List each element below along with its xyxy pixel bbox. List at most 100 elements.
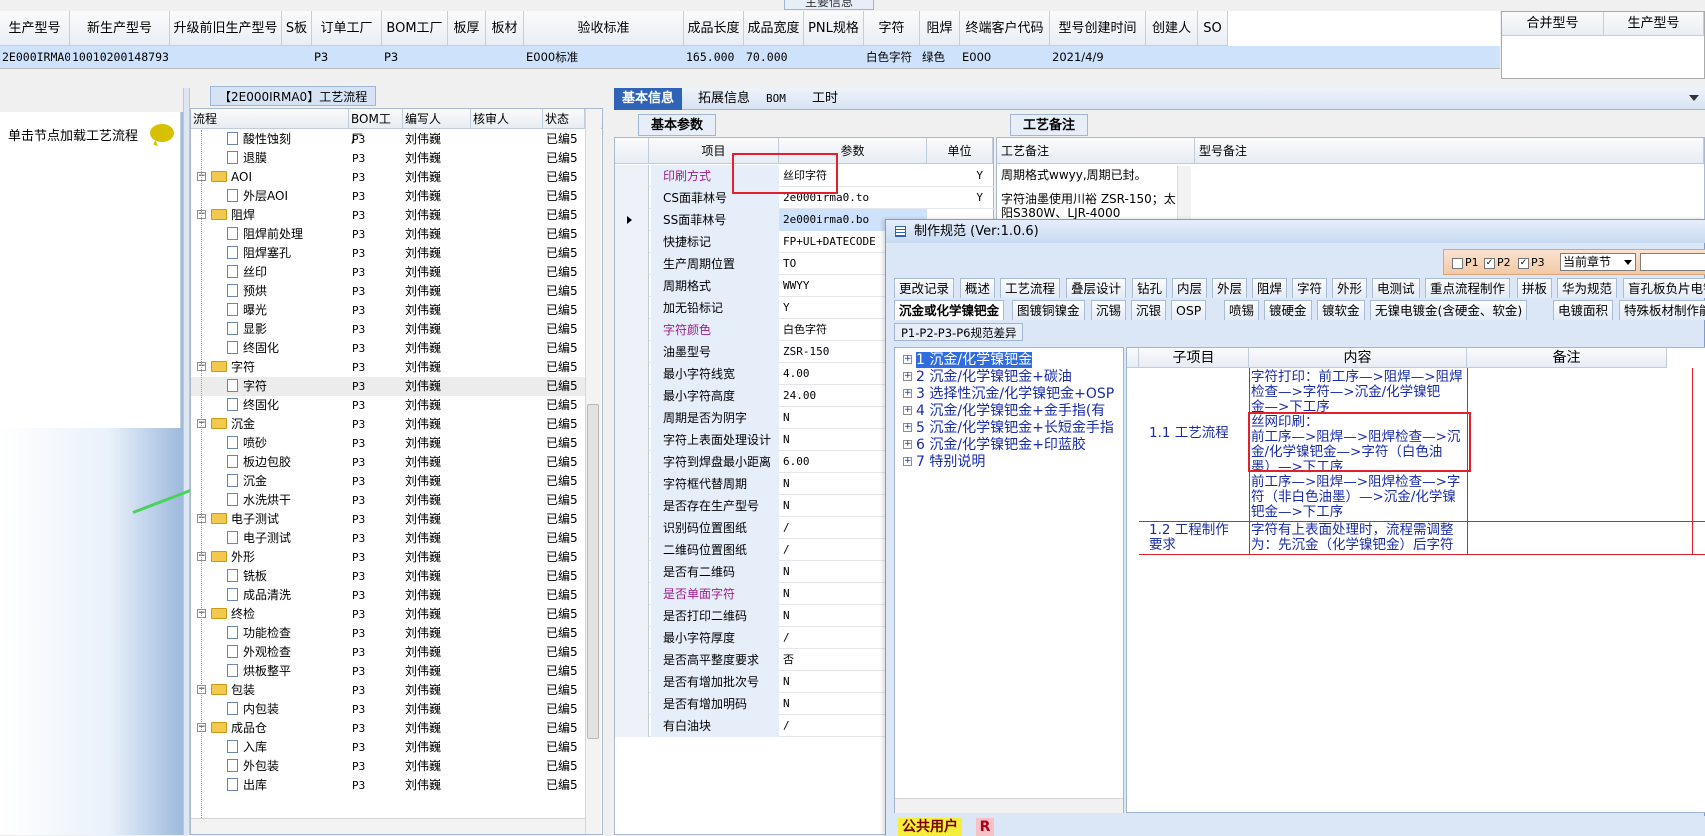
header-board-thickness[interactable]: 板厚 <box>448 11 486 46</box>
row-indicator[interactable] <box>615 385 649 407</box>
spec-tree-node[interactable]: +3 选择性沉金/化学镍钯金+OSP <box>903 386 1114 403</box>
spec-tree-node[interactable]: +2 沉金/化学镍钯金+碳油 <box>903 369 1072 386</box>
tree-row[interactable]: 终固化 P3 刘伟巍 已编5 <box>191 339 587 358</box>
row-indicator[interactable] <box>615 517 649 539</box>
header-finished-width[interactable]: 成品宽度 <box>744 11 804 46</box>
col-reviewer[interactable]: 核审人 <box>471 109 543 129</box>
header-end-customer-code[interactable]: 终端客户代码 <box>960 11 1050 46</box>
tree-row[interactable]: − 阻焊 P3 刘伟巍 已编5 <box>191 206 587 225</box>
tree-row[interactable]: 板边包胶 P3 刘伟巍 已编5 <box>191 453 587 472</box>
merge-model-header[interactable]: 合并型号 <box>1502 12 1604 36</box>
row-indicator[interactable] <box>615 363 649 385</box>
row-indicator[interactable] <box>615 715 649 737</box>
tree-row[interactable]: − 字符 P3 刘伟巍 已编5 <box>191 358 587 377</box>
expand-icon[interactable]: + <box>903 354 912 364</box>
spec-tab[interactable]: 盲孔板负片电镀 <box>1623 278 1705 298</box>
tree-row[interactable]: 沉金 P3 刘伟巍 已编5 <box>191 472 587 491</box>
tree-row[interactable]: 终固化 P3 刘伟巍 已编5 <box>191 396 587 415</box>
spec-tab[interactable]: 钻孔 <box>1132 278 1168 298</box>
tab-extended-info[interactable]: 拓展信息 <box>690 88 758 110</box>
cell-acceptance-standard[interactable]: E000标准 <box>524 46 684 68</box>
cell-character[interactable]: 白色字符 <box>864 46 920 68</box>
cell-so[interactable] <box>1198 46 1228 68</box>
row-indicator[interactable] <box>615 561 649 583</box>
row-indicator[interactable] <box>615 671 649 693</box>
spec-tab[interactable]: 镀硬金 <box>1264 300 1312 320</box>
search-input[interactable] <box>1640 253 1705 271</box>
speech-bubble-icon[interactable] <box>150 124 174 142</box>
row-indicator[interactable] <box>615 429 649 451</box>
spec-tab[interactable]: 工艺流程 <box>1000 278 1061 298</box>
tree-row[interactable]: 水洗烘干 P3 刘伟巍 已编5 <box>191 491 587 510</box>
header-new-production-model[interactable]: 新生产型号 <box>70 11 170 46</box>
tree-row[interactable]: 酸性蚀刻 P3 刘伟巍 已编5 <box>191 130 587 149</box>
tree-row[interactable]: − AOI P3 刘伟巍 已编5 <box>191 168 587 187</box>
tree-row[interactable]: 预烘 P3 刘伟巍 已编5 <box>191 282 587 301</box>
spec-tree-node[interactable]: +7 特别说明 <box>903 454 985 471</box>
tree-row[interactable]: 外观检查 P3 刘伟巍 已编5 <box>191 643 587 662</box>
row-indicator[interactable] <box>615 495 649 517</box>
remark-scrollbar[interactable] <box>1177 166 1191 226</box>
p1-checkbox[interactable]: P1 <box>1452 256 1479 269</box>
col-unit[interactable]: 单位 <box>927 138 993 164</box>
expand-icon[interactable]: + <box>903 456 912 466</box>
row-indicator[interactable] <box>615 605 649 627</box>
row-indicator[interactable] <box>615 231 649 253</box>
spec-tab[interactable]: OSP <box>1171 300 1207 320</box>
tree-row[interactable]: − 外形 P3 刘伟巍 已编5 <box>191 548 587 567</box>
row-indicator[interactable] <box>615 693 649 715</box>
spec-tab[interactable]: 更改记录 <box>894 278 955 298</box>
spec-tab[interactable]: 电测试 <box>1372 278 1420 298</box>
cell-creator[interactable] <box>1146 46 1198 68</box>
tree-row[interactable]: 字符 P3 刘伟巍 已编5 <box>191 377 587 396</box>
tab-work-hours[interactable]: 工时 <box>804 88 846 110</box>
expand-icon[interactable]: + <box>903 405 912 415</box>
model-grid-row[interactable]: 2E000IRMA0 10010200148793 P3 P3 E000标准 165.00… <box>0 46 1500 68</box>
row-indicator[interactable] <box>615 319 649 341</box>
tree-horizontal-scrollbar[interactable] <box>191 818 585 834</box>
tab-basic-info[interactable]: 基本信息 <box>614 88 683 110</box>
tree-row[interactable]: − 包装 P3 刘伟巍 已编5 <box>191 681 587 700</box>
header-character[interactable]: 字符 <box>864 11 920 46</box>
col-writer[interactable]: 编写人 <box>403 109 471 129</box>
tree-row[interactable]: − 电子测试 P3 刘伟巍 已编5 <box>191 510 587 529</box>
tree-row[interactable]: 内包装 P3 刘伟巍 已编5 <box>191 700 587 719</box>
row-indicator[interactable] <box>615 627 649 649</box>
spec-tab[interactable]: 重点流程制作 <box>1425 278 1511 298</box>
tree-row[interactable]: 外层AOI P3 刘伟巍 已编5 <box>191 187 587 206</box>
header-board-material[interactable]: 板材 <box>486 11 524 46</box>
tree-row[interactable]: 显影 P3 刘伟巍 已编5 <box>191 320 587 339</box>
cell-solder-mask[interactable]: 绿色 <box>920 46 960 68</box>
cell-finished-width[interactable]: 70.000 <box>744 46 804 68</box>
cell-end-customer-code[interactable]: E000 <box>960 46 1050 68</box>
tree-row[interactable]: 出库 P3 刘伟巍 已编5 <box>191 776 587 795</box>
tree-row[interactable]: 喷砂 P3 刘伟巍 已编5 <box>191 434 587 453</box>
spec-tree-node[interactable]: +6 沉金/化学镍钯金+印蓝胶 <box>903 437 1086 454</box>
spec-tab[interactable]: 喷锡 <box>1224 300 1260 320</box>
spec-tab[interactable]: 外形 <box>1332 278 1368 298</box>
header-solder-mask[interactable]: 阻焊 <box>920 11 960 46</box>
cell-board-thickness[interactable] <box>448 46 486 68</box>
cell-model-created-time[interactable]: 2021/4/9 <box>1050 46 1146 68</box>
header-old-production-model[interactable]: 升级前旧生产型号 <box>170 11 282 46</box>
spec-tree-node[interactable]: +4 沉金/化学镍钯金+金手指(有 <box>903 403 1105 420</box>
header-pnl-spec[interactable]: PNL规格 <box>804 11 864 46</box>
col-model-remark[interactable]: 型号备注 <box>1195 138 1704 164</box>
header-finished-length[interactable]: 成品长度 <box>684 11 744 46</box>
col-process-remark[interactable]: 工艺备注 <box>997 138 1195 164</box>
tree-row[interactable]: − 成品仓 P3 刘伟巍 已编5 <box>191 719 587 738</box>
row-indicator[interactable] <box>615 473 649 495</box>
row-indicator[interactable] <box>615 451 649 473</box>
spec-tree-node[interactable]: +5 沉金/化学镍钯金+长短金手指 <box>903 420 1114 437</box>
col-flow[interactable]: 流程 <box>191 109 349 129</box>
expand-icon[interactable]: + <box>903 439 912 449</box>
std-diff-tab[interactable]: P1-P2-P3-P6规范差异 <box>894 323 1024 341</box>
spec-tab[interactable]: 沉银 <box>1131 300 1167 320</box>
row-indicator[interactable] <box>615 539 649 561</box>
expand-icon[interactable]: + <box>903 371 912 381</box>
cell-board-material[interactable] <box>486 46 524 68</box>
header-so[interactable]: SO <box>1198 11 1228 46</box>
spec-tab[interactable]: 特殊板材制作能力 <box>1619 300 1705 320</box>
expand-icon[interactable]: + <box>903 388 912 398</box>
tree-row[interactable]: 功能检查 P3 刘伟巍 已编5 <box>191 624 587 643</box>
